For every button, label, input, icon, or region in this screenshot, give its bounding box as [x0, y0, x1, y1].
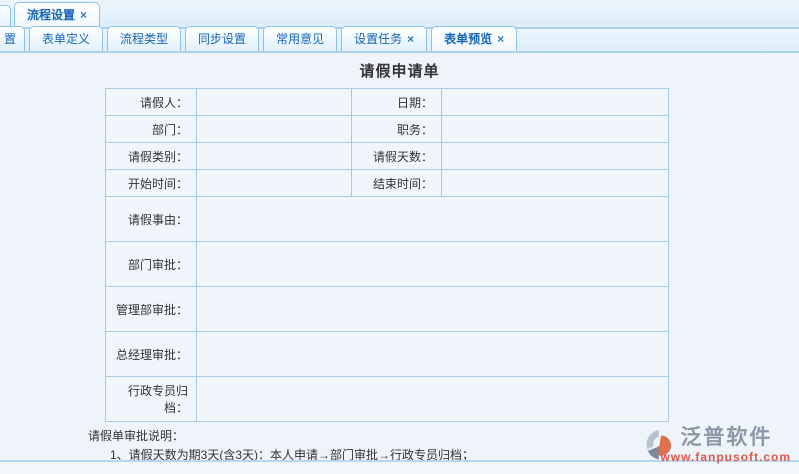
field-value-end-time[interactable] — [441, 169, 669, 197]
field-value-start-time[interactable] — [196, 169, 352, 197]
app-window: 流程设置 × 置 表单定义 流程类型 同步设置 常用意见 设置任务 × 表单预览… — [0, 0, 799, 474]
tab-common-opinions[interactable]: 常用意见 — [263, 26, 338, 51]
page-title: 请假申请单 — [359, 63, 440, 80]
field-value-admin-filing[interactable] — [196, 376, 669, 422]
table-row: 管理部审批： — [105, 286, 669, 332]
field-value-date[interactable] — [441, 88, 669, 116]
field-label-position: 职务： — [351, 115, 442, 143]
tab-label: 流程设置 — [27, 8, 76, 22]
tab-process-type[interactable]: 流程类型 — [107, 26, 182, 51]
field-label-end-time: 结束时间： — [351, 169, 442, 197]
logo-url: www.fanpusoft.com — [660, 450, 791, 464]
logo-name: 泛普软件 — [680, 426, 773, 449]
close-icon[interactable]: × — [407, 33, 414, 45]
tab-process-settings[interactable]: 流程设置 × — [14, 2, 101, 27]
tab-sync-settings[interactable]: 同步设置 — [185, 26, 260, 51]
table-row: 部门： 职务： — [105, 115, 669, 143]
tab-label: 流程类型 — [120, 32, 169, 46]
tab-partial-left[interactable] — [0, 5, 11, 27]
field-label-leave-days: 请假天数： — [351, 142, 442, 170]
tabstrip-level2: 置 表单定义 流程类型 同步设置 常用意见 设置任务 × 表单预览 × — [0, 26, 799, 53]
tab-partial-settings[interactable]: 置 — [0, 26, 26, 51]
close-icon[interactable]: × — [497, 33, 504, 45]
fanpu-logo: 泛普软件 www.fanpusoft.com — [644, 426, 791, 464]
field-label-leave-reason: 请假事由： — [105, 196, 197, 242]
tab-label: 同步设置 — [198, 32, 247, 46]
field-value-gm-approval[interactable] — [196, 331, 669, 377]
table-row: 行政专员归档： — [105, 376, 669, 422]
logo-text-block: 泛普软件 www.fanpusoft.com — [660, 426, 791, 464]
tab-label: 设置任务 — [354, 32, 403, 46]
tabstrip-level1: 流程设置 × — [0, 0, 799, 29]
table-row: 请假类别： 请假天数： — [105, 142, 669, 170]
field-label-leave-type: 请假类别： — [105, 142, 197, 170]
field-label-start-time: 开始时间： — [105, 169, 197, 197]
tab-label: 表单预览 — [444, 32, 493, 46]
field-label-applicant: 请假人： — [105, 88, 197, 116]
table-row: 部门审批： — [105, 241, 669, 287]
field-label-mgmt-approval: 管理部审批： — [105, 286, 197, 332]
table-row: 请假人： 日期： — [105, 88, 669, 116]
tab-label: 常用意见 — [276, 32, 325, 46]
form-preview-panel: 请假申请单 请假人： 日期： 部门： 职务： 请假类别： 请假天数： 开始时间：… — [0, 53, 799, 474]
tab-label: 置 — [4, 32, 17, 46]
table-row: 总经理审批： — [105, 331, 669, 377]
table-row: 开始时间： 结束时间： — [105, 169, 669, 197]
field-value-leave-reason[interactable] — [196, 196, 669, 242]
field-label-dept-approval: 部门审批： — [105, 241, 197, 287]
field-value-applicant[interactable] — [196, 88, 352, 116]
leave-application-table: 请假人： 日期： 部门： 职务： 请假类别： 请假天数： 开始时间： 结束时间：… — [105, 88, 669, 422]
field-value-position[interactable] — [441, 115, 669, 143]
tab-set-tasks[interactable]: 设置任务 × — [341, 26, 428, 51]
table-row: 请假事由： — [105, 196, 669, 242]
tab-label: 表单定义 — [42, 32, 91, 46]
field-value-dept-approval[interactable] — [196, 241, 669, 287]
field-label-gm-approval: 总经理审批： — [105, 331, 197, 377]
field-label-admin-filing: 行政专员归档： — [105, 376, 197, 422]
field-value-department[interactable] — [196, 115, 352, 143]
field-label-date: 日期： — [351, 88, 442, 116]
tab-form-preview[interactable]: 表单预览 × — [431, 26, 518, 51]
field-label-department: 部门： — [105, 115, 197, 143]
field-value-leave-days[interactable] — [441, 142, 669, 170]
tab-form-definition[interactable]: 表单定义 — [29, 26, 104, 51]
field-value-leave-type[interactable] — [196, 142, 352, 170]
close-icon[interactable]: × — [80, 9, 87, 21]
field-value-mgmt-approval[interactable] — [196, 286, 669, 332]
